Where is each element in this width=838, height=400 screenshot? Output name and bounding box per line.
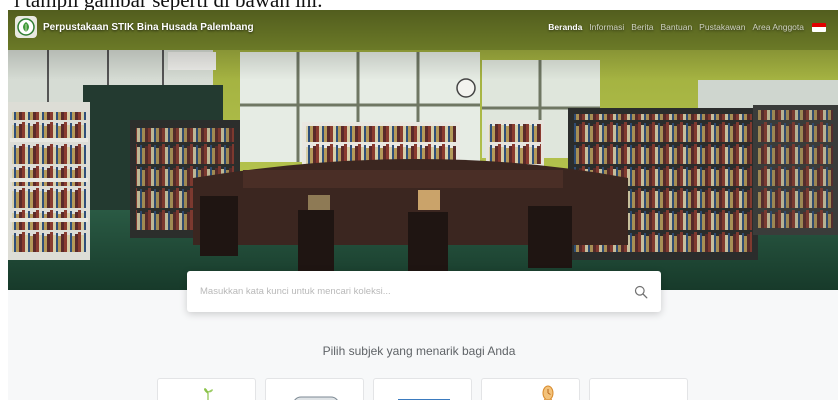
library-panorama-illustration xyxy=(8,10,838,290)
top-navbar: Perpustakaan STIK Bina Husada Palembang … xyxy=(8,10,838,44)
site-title: Perpustakaan STIK Bina Husada Palembang xyxy=(43,21,254,33)
indonesia-flag-icon[interactable] xyxy=(812,22,826,32)
nav-item-bantuan[interactable]: Bantuan xyxy=(661,22,693,32)
brand[interactable]: Perpustakaan STIK Bina Husada Palembang xyxy=(15,16,254,38)
search-icon xyxy=(634,285,648,298)
nav-item-berita[interactable]: Berita xyxy=(631,22,653,32)
nav-item-beranda[interactable]: Beranda xyxy=(548,22,582,32)
hero-library-image xyxy=(8,10,838,290)
subject-card[interactable] xyxy=(157,378,256,400)
search-button[interactable] xyxy=(621,271,661,312)
subject-card[interactable] xyxy=(589,378,688,400)
nav-menu: Beranda Informasi Berita Bantuan Pustaka… xyxy=(541,10,826,44)
search-bar xyxy=(187,271,661,312)
nav-item-informasi[interactable]: Informasi xyxy=(589,22,624,32)
scroll-icon xyxy=(294,396,338,400)
clock-icon xyxy=(542,385,554,400)
subject-card-list xyxy=(157,378,697,400)
plant-icon xyxy=(204,388,213,400)
nav-item-area-anggota[interactable]: Area Anggota xyxy=(752,22,804,32)
whiteboard-icon xyxy=(398,399,450,400)
subject-card[interactable] xyxy=(373,378,472,400)
subject-card[interactable] xyxy=(265,378,364,400)
nav-item-pustakawan[interactable]: Pustakawan xyxy=(699,22,745,32)
search-input[interactable] xyxy=(187,271,621,312)
blank-icon xyxy=(590,379,688,400)
leaf-emblem-icon xyxy=(15,16,37,38)
subject-heading: Pilih subjek yang menarik bagi Anda xyxy=(322,344,516,358)
subject-card[interactable] xyxy=(481,378,580,400)
